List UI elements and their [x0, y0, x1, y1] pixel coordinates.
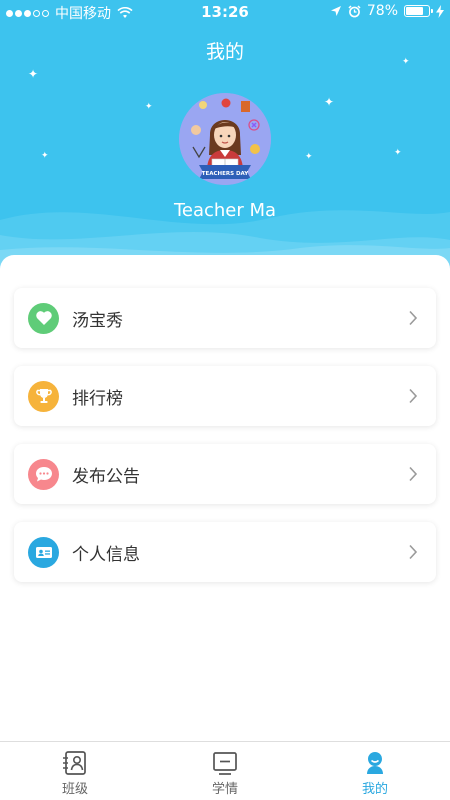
tab-mine[interactable]: 我的 — [300, 742, 450, 800]
status-left: 中国移动 — [6, 3, 133, 23]
carrier-name: 中国移动 — [55, 6, 111, 22]
location-arrow-icon — [330, 6, 341, 16]
class-roster-icon — [63, 751, 86, 775]
menu-item-personal-info[interactable]: 个人信息 — [14, 522, 436, 582]
menu-item-label: 汤宝秀 — [72, 310, 123, 331]
sparkle-decoration: ✦ — [145, 102, 153, 112]
alarm-clock-icon — [348, 4, 361, 17]
tab-label: 我的 — [361, 782, 388, 797]
sparkle-decoration: ✦ — [394, 148, 402, 158]
tab-label: 学情 — [211, 782, 238, 797]
battery-fill — [406, 7, 424, 15]
tab-label: 班级 — [61, 782, 88, 797]
menu-item-tang-bao-xiu[interactable]: 汤宝秀 — [14, 288, 436, 348]
sparkle-decoration: ✦ — [324, 95, 335, 109]
signal-strength-icon — [6, 9, 49, 17]
menu-item-label: 发布公告 — [72, 466, 140, 487]
user-name: Teacher Ma — [173, 200, 277, 221]
heart-icon — [28, 302, 59, 334]
status-right: 78% — [330, 3, 444, 19]
bottom-tab-bar: 班级 学情 我的 — [0, 741, 450, 800]
battery-percent: 78% — [366, 3, 398, 19]
chevron-right-icon — [400, 539, 426, 565]
profile-header: 中国移动 13:26 78% 我的 ✦ ✦ ✦ ✦ ✦ ✦ ✦ TEACHERS… — [0, 0, 450, 275]
avatar[interactable]: TEACHERS DAY — [179, 93, 271, 185]
page-title: 我的 — [205, 41, 244, 63]
battery-icon — [404, 5, 433, 17]
menu-item-label: 排行榜 — [72, 388, 123, 409]
chat-bubble-icon — [28, 458, 59, 490]
menu-item-publish-notice[interactable]: 发布公告 — [14, 444, 436, 504]
status-bar: 中国移动 13:26 78% — [0, 0, 450, 24]
avatar-badge-text: TEACHERS DAY — [202, 171, 250, 177]
sparkle-decoration: ✦ — [305, 152, 313, 162]
sparkle-decoration: ✦ — [402, 57, 410, 67]
menu-item-leaderboard[interactable]: 排行榜 — [14, 366, 436, 426]
profile-icon — [367, 752, 383, 774]
wifi-icon — [117, 7, 133, 18]
chevron-right-icon — [400, 383, 426, 409]
chevron-right-icon — [400, 305, 426, 331]
charging-bolt-icon — [436, 4, 444, 18]
teacher-avatar-illustration: TEACHERS DAY — [179, 93, 271, 185]
chevron-right-icon — [400, 461, 426, 487]
tab-learning-status[interactable]: 学情 — [150, 742, 300, 800]
id-card-icon — [28, 536, 59, 568]
menu-item-label: 个人信息 — [72, 544, 140, 565]
tab-class[interactable]: 班级 — [0, 742, 150, 800]
sparkle-decoration: ✦ — [41, 151, 49, 161]
sparkle-decoration: ✦ — [28, 67, 39, 81]
menu-panel: 汤宝秀 排行榜 发布公告 个人信息 — [0, 255, 450, 740]
learning-stats-icon — [213, 752, 237, 775]
trophy-icon — [28, 380, 59, 412]
